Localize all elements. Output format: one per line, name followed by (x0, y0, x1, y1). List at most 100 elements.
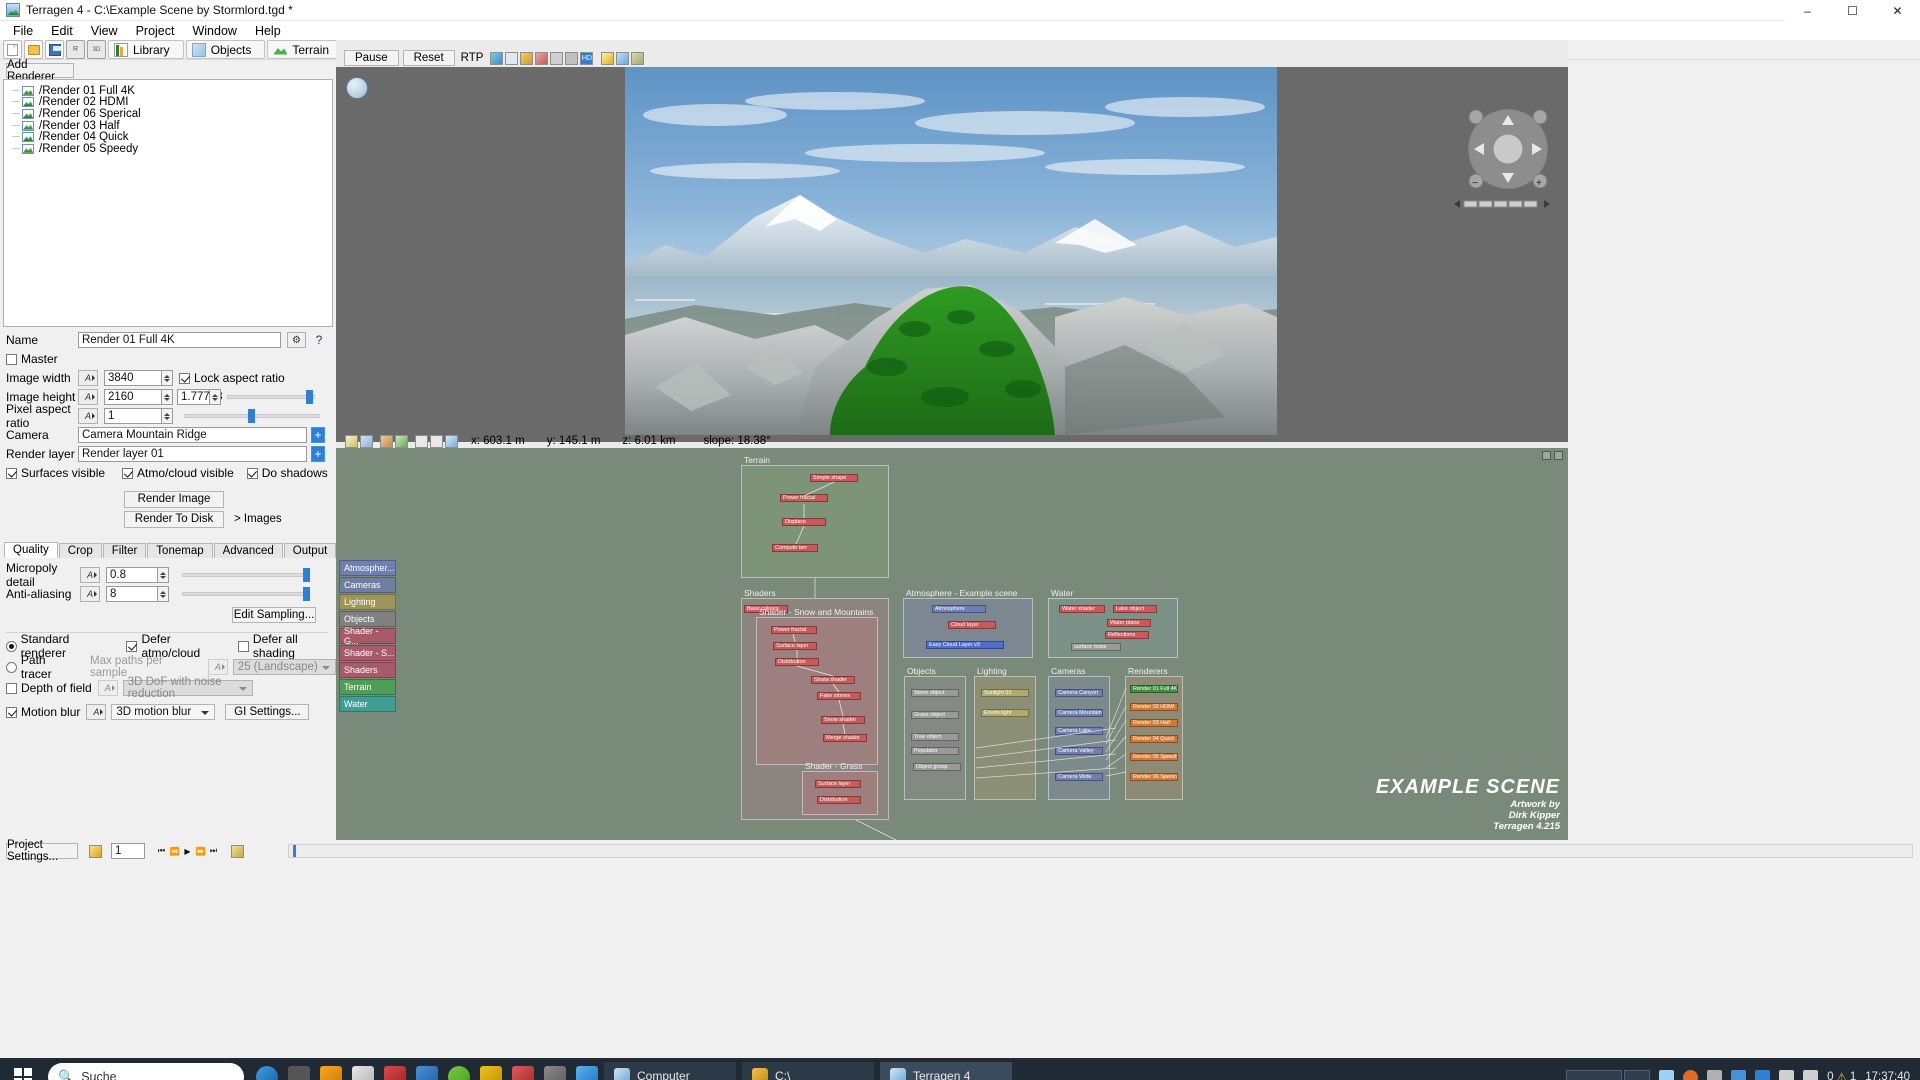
max-paths-function-icon[interactable]: A (207, 659, 228, 675)
path-tracer-radio-dot[interactable] (5, 661, 17, 673)
tab-advanced[interactable]: Advanced (213, 543, 283, 558)
tree-item-render-06[interactable]: ─ /Render 06 Sperical (4, 108, 332, 120)
node-item[interactable]: Enviro light (981, 709, 1029, 717)
lock-aspect-ratio-box[interactable] (179, 372, 190, 384)
taskbar-window-c-drive[interactable]: C:\ (742, 1062, 874, 1080)
go-to-start-button[interactable]: ⏮ (155, 844, 168, 858)
node-item[interactable]: surface noise (1071, 643, 1121, 651)
master-checkbox-box[interactable] (6, 353, 17, 365)
micropoly-stepper[interactable] (158, 567, 169, 583)
gear-icon[interactable]: ⚙ (287, 332, 306, 348)
tray-bluetooth-icon[interactable] (1755, 1069, 1771, 1080)
pause-button[interactable]: Pause (344, 50, 399, 66)
step-forward-button[interactable]: ⏩ (194, 844, 207, 858)
node-item[interactable]: Water shader (1059, 605, 1105, 613)
menu-view[interactable]: View (82, 22, 127, 40)
node-item[interactable]: Object group (913, 763, 961, 771)
menu-project[interactable]: Project (127, 22, 184, 40)
camera-input[interactable]: Camera Mountain Ridge (78, 427, 307, 443)
renderer-tree[interactable]: ─ /Render 01 Full 4K ─ /Render 02 HDMI ─… (3, 79, 333, 327)
new-file-icon[interactable] (3, 40, 22, 59)
project-settings-button[interactable]: Project Settings... (6, 839, 78, 863)
tree-item-render-03[interactable]: ─ /Render 03 Half (4, 120, 332, 132)
node-tab-water[interactable]: Water (339, 696, 396, 712)
standard-renderer-radio-dot[interactable] (5, 640, 17, 652)
view-mode-color-icon[interactable] (490, 51, 504, 65)
notes-icon[interactable] (480, 1066, 502, 1080)
pdf-reader-icon[interactable] (384, 1066, 406, 1080)
tray-chevron-up-icon[interactable] (1707, 1069, 1723, 1080)
frame-number-input[interactable]: 1 (111, 843, 145, 859)
node-item[interactable]: Stone object (911, 689, 959, 697)
status-grid-icon[interactable] (430, 434, 443, 448)
node-group-terrain[interactable]: Terrain Simple shape Power fractal Displ… (741, 455, 889, 578)
tray-volume-icon[interactable] (1779, 1069, 1795, 1080)
node-item[interactable]: Surface layer (815, 780, 861, 788)
slider-knob[interactable] (248, 409, 255, 423)
node-tab-cameras[interactable]: Cameras (339, 577, 396, 593)
tree-item-render-02[interactable]: ─ /Render 02 HDMI (4, 96, 332, 108)
node-item[interactable]: Cloud layer (948, 621, 996, 629)
max-paths-select[interactable]: 25 (Landscape) (232, 659, 337, 675)
image-height-stepper[interactable] (162, 389, 173, 405)
node-item[interactable]: Render 01 Full 4K (1130, 685, 1178, 693)
node-subgroup-shader-grass[interactable]: Shader - Grass Surface layer Distributio… (802, 761, 878, 815)
name-input[interactable]: Render 01 Full 4K (78, 332, 281, 348)
tab-quality[interactable]: Quality (4, 542, 58, 558)
aspect-ratio-input[interactable]: 1.77778 (177, 389, 223, 405)
animation-clock-icon[interactable] (89, 844, 102, 858)
save-render-icon[interactable] (631, 51, 645, 65)
go-to-end-button[interactable]: ⏭ (207, 844, 220, 858)
node-item[interactable]: Power fractal (780, 494, 828, 502)
pixel-aspect-stepper[interactable] (162, 408, 173, 424)
pixel-aspect-slider[interactable] (184, 408, 320, 424)
node-item[interactable]: Surface layer (773, 642, 817, 650)
task-view-icon[interactable] (288, 1066, 310, 1080)
menu-help[interactable]: Help (246, 22, 290, 40)
toolbar-button-library[interactable]: Library (108, 40, 184, 59)
slider-knob[interactable] (303, 568, 310, 582)
menu-window[interactable]: Window (183, 22, 245, 40)
reset-button[interactable]: Reset (402, 50, 455, 66)
node-item[interactable]: Lake object (1113, 605, 1157, 613)
motion-blur-select[interactable]: 3D motion blur (111, 704, 216, 720)
tray-performance-widget[interactable] (1566, 1069, 1651, 1080)
depth-of-field-function-icon[interactable]: A (97, 680, 118, 696)
timeline-playhead[interactable] (293, 845, 296, 857)
lock-aspect-ratio-checkbox[interactable]: Lock aspect ratio (179, 371, 285, 385)
slider-knob[interactable] (303, 587, 310, 601)
motion-blur-function-icon[interactable]: A (86, 704, 107, 720)
slider-knob[interactable] (306, 390, 313, 404)
do-shadows-box[interactable] (246, 467, 258, 479)
anti-aliasing-stepper[interactable] (158, 586, 169, 602)
node-item[interactable]: Render 03 Half (1130, 719, 1178, 727)
node-group-shaders[interactable]: Shaders Base colours Shader - Snow and M… (741, 588, 889, 820)
tab-tonemap[interactable]: Tonemap (147, 543, 213, 558)
node-group-water[interactable]: Water Water shader Lake object Water pla… (1048, 588, 1178, 658)
cortana-icon[interactable] (256, 1066, 278, 1080)
status-terrain-icon[interactable] (345, 434, 358, 448)
node-item[interactable]: Power fractal (771, 626, 817, 634)
play-button[interactable]: ▶ (181, 844, 194, 858)
node-tab-objects[interactable]: Objects (339, 611, 396, 627)
render-layer-add-button[interactable]: + (311, 446, 325, 462)
tab-crop[interactable]: Crop (58, 543, 102, 558)
tray-app-icon[interactable] (1659, 1069, 1675, 1080)
node-item[interactable]: Camera Wide (1055, 773, 1103, 781)
viewport-compass-icon[interactable] (346, 77, 368, 99)
node-item[interactable]: Reflections (1105, 631, 1149, 639)
hd-toggle-button[interactable]: HD (580, 51, 594, 65)
defer-atmo-cloud-box[interactable] (126, 640, 138, 652)
node-item[interactable]: Atmosphere (932, 605, 986, 613)
settings-icon[interactable] (544, 1066, 566, 1080)
view-mode-alpha-icon[interactable] (505, 51, 519, 65)
tray-clock[interactable]: 17:37:40 (1865, 1071, 1910, 1080)
toolbar-button-objects[interactable]: Objects (185, 40, 266, 59)
step-back-button[interactable]: ⏪ (168, 844, 181, 858)
node-item[interactable]: Fake stones (817, 692, 861, 700)
node-item[interactable]: Populator (911, 747, 959, 755)
node-panel-maximize-icon[interactable] (1542, 451, 1551, 460)
node-item[interactable]: Distribution (775, 658, 819, 666)
keyframe-icon[interactable] (231, 844, 244, 858)
tree-item-render-01[interactable]: ─ /Render 01 Full 4K (4, 85, 332, 97)
